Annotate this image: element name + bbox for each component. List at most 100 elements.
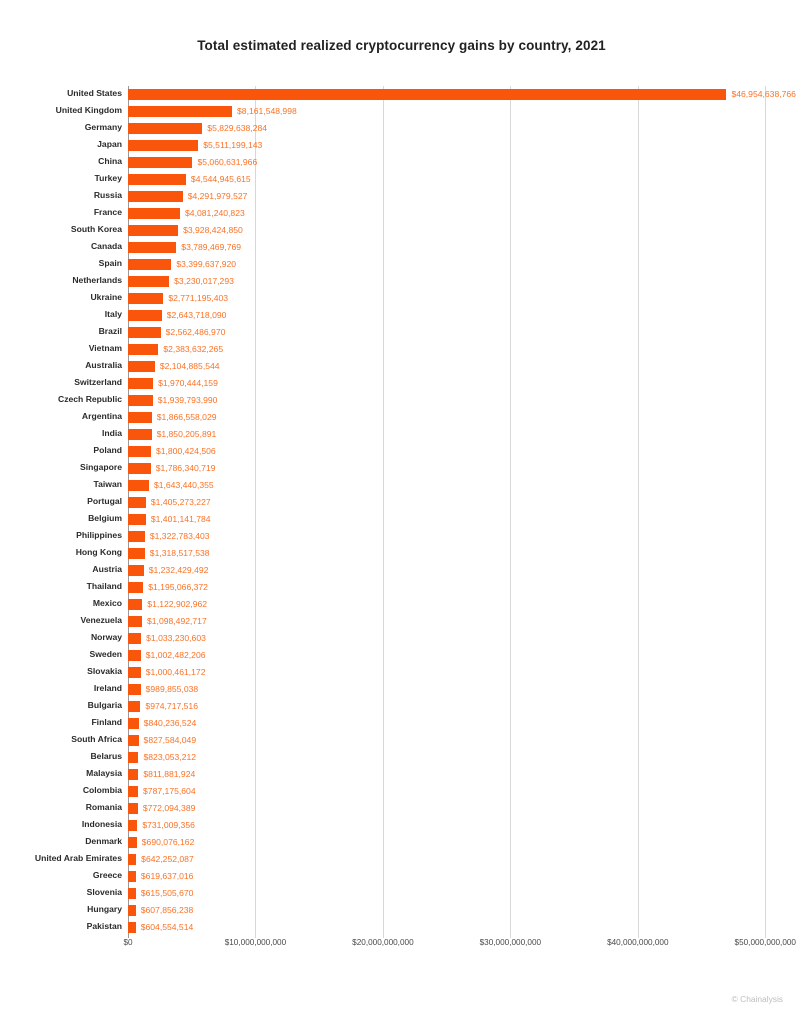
bar-track: $2,562,486,970 <box>128 324 803 341</box>
bar <box>128 497 146 508</box>
bar-track: $731,009,356 <box>128 817 803 834</box>
category-label-wrap: Argentina <box>0 409 128 426</box>
bar-row: Finland $840,236,524 <box>0 715 803 732</box>
bar <box>128 565 144 576</box>
bar-row: Indonesia $731,009,356 <box>0 817 803 834</box>
category-label-wrap: Taiwan <box>0 477 128 494</box>
bar-track: $642,252,087 <box>128 851 803 868</box>
bar <box>128 412 152 423</box>
bar-value-label: $46,954,638,766 <box>731 89 796 99</box>
category-label: Spain <box>98 258 122 268</box>
category-label-wrap: United Kingdom <box>0 103 128 120</box>
bar-track: $3,928,424,850 <box>128 222 803 239</box>
category-label: Slovenia <box>86 887 122 897</box>
bar-row: Venezuela $1,098,492,717 <box>0 613 803 630</box>
category-label-wrap: Turkey <box>0 171 128 188</box>
bar-track: $787,175,604 <box>128 783 803 800</box>
bar <box>128 684 141 695</box>
category-label: United Kingdom <box>55 105 122 115</box>
bar-value-label: $5,829,638,284 <box>207 123 268 133</box>
bar-value-label: $1,122,902,962 <box>147 599 208 609</box>
bar-track: $989,855,038 <box>128 681 803 698</box>
bar <box>128 395 153 406</box>
category-label: Vietnam <box>88 343 122 353</box>
x-axis-tick-label: $50,000,000,000 <box>734 938 796 947</box>
bar-row: Hong Kong $1,318,517,538 <box>0 545 803 562</box>
bar-track: $1,122,902,962 <box>128 596 803 613</box>
bar <box>128 89 727 100</box>
category-label-wrap: Singapore <box>0 460 128 477</box>
bar-value-label: $1,786,340,719 <box>155 463 216 473</box>
bar-value-label: $2,643,718,090 <box>166 310 227 320</box>
bar-track: $1,000,461,172 <box>128 664 803 681</box>
bar <box>128 123 203 134</box>
bar <box>128 735 139 746</box>
bar-track: $46,954,638,766 <box>128 86 803 103</box>
bar <box>128 361 155 372</box>
category-label-wrap: Ireland <box>0 681 128 698</box>
category-label: Bulgaria <box>87 700 122 710</box>
category-label: Romania <box>85 802 122 812</box>
bar <box>128 208 181 219</box>
bar <box>128 803 138 814</box>
category-label-wrap: Greece <box>0 868 128 885</box>
category-label-wrap: India <box>0 426 128 443</box>
bar-row: Vietnam $2,383,632,265 <box>0 341 803 358</box>
bar-row: Singapore $1,786,340,719 <box>0 460 803 477</box>
bar-row: Ukraine $2,771,195,403 <box>0 290 803 307</box>
category-label: China <box>98 156 122 166</box>
bar-value-label: $2,771,195,403 <box>168 293 229 303</box>
chart-plot-area: United States $46,954,638,766 United Kingd… <box>0 86 803 938</box>
bar-row: Japan $5,511,199,143 <box>0 137 803 154</box>
bar-row: Spain $3,399,637,920 <box>0 256 803 273</box>
bar-row: China $5,060,631,966 <box>0 154 803 171</box>
bar-value-label: $3,789,469,769 <box>181 242 242 252</box>
bar-track: $2,104,885,544 <box>128 358 803 375</box>
bar <box>128 718 139 729</box>
bar <box>128 905 136 916</box>
bar-track: $827,584,049 <box>128 732 803 749</box>
bar-row: Italy $2,643,718,090 <box>0 307 803 324</box>
category-label-wrap: Italy <box>0 307 128 324</box>
bar-value-label: $840,236,524 <box>143 718 197 728</box>
category-label: Switzerland <box>74 377 122 387</box>
bar-value-label: $5,060,631,966 <box>197 157 258 167</box>
category-label-wrap: Pakistan <box>0 919 128 936</box>
bar-value-label: $619,637,016 <box>140 871 194 881</box>
category-label: Germany <box>84 122 122 132</box>
bar-value-label: $787,175,604 <box>143 786 196 796</box>
category-label-wrap: Norway <box>0 630 128 647</box>
bar <box>128 752 139 763</box>
bar-value-label: $690,076,162 <box>141 837 195 847</box>
bar-track: $1,401,141,784 <box>128 511 803 528</box>
bar <box>128 378 154 389</box>
category-label-wrap: Ukraine <box>0 290 128 307</box>
x-axis-tick-label: $40,000,000,000 <box>607 938 669 947</box>
bar-value-label: $642,252,087 <box>141 854 194 864</box>
bar <box>128 429 152 440</box>
bar-track: $840,236,524 <box>128 715 803 732</box>
category-label: Japan <box>97 139 122 149</box>
bar-row: Argentina $1,866,558,029 <box>0 409 803 426</box>
bar-value-label: $811,881,924 <box>143 769 196 779</box>
bar-track: $811,881,924 <box>128 766 803 783</box>
category-label: Ireland <box>93 683 122 693</box>
bar-track: $1,850,205,891 <box>128 426 803 443</box>
category-label: Sweden <box>89 649 122 659</box>
category-label-wrap: Venezuela <box>0 613 128 630</box>
bar <box>128 786 139 797</box>
category-label-wrap: United Arab Emirates <box>0 851 128 868</box>
category-label-wrap: Finland <box>0 715 128 732</box>
category-label: United States <box>67 88 122 98</box>
bar <box>128 276 170 287</box>
category-label: Hong Kong <box>75 547 122 557</box>
bar-track: $1,405,273,227 <box>128 494 803 511</box>
category-label-wrap: Switzerland <box>0 375 128 392</box>
bar-row: Malaysia $811,881,924 <box>0 766 803 783</box>
bar-value-label: $1,000,461,172 <box>145 667 206 677</box>
category-label: South Africa <box>71 734 122 744</box>
bar <box>128 531 145 542</box>
category-label: United Arab Emirates <box>34 853 122 863</box>
category-label: Netherlands <box>72 275 122 285</box>
bar-track: $772,094,389 <box>128 800 803 817</box>
